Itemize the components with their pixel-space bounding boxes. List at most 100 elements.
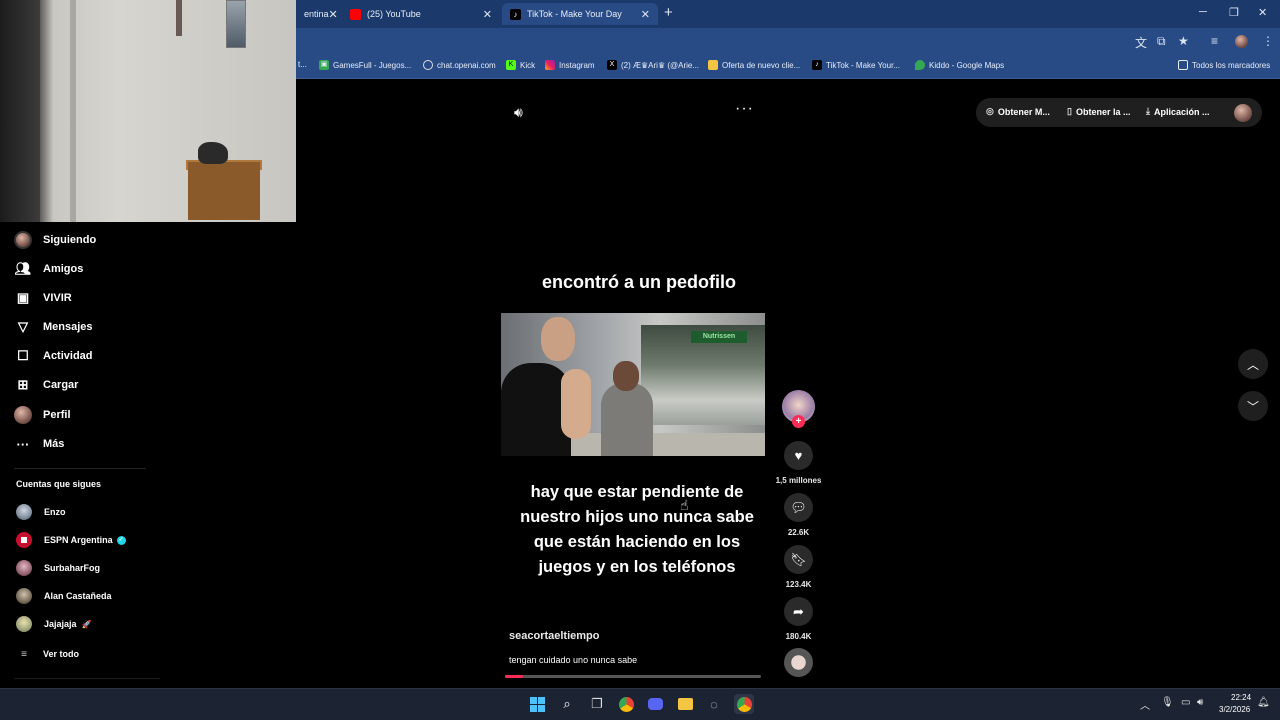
webcam-wall-edge bbox=[70, 0, 76, 222]
nav-following[interactable]: Siguiendo bbox=[14, 228, 96, 252]
task-view-icon[interactable]: ❐ bbox=[587, 694, 607, 714]
network-icon[interactable]: ▭ bbox=[1181, 697, 1190, 708]
bookmark-item[interactable]: ♪ TikTok - Make Your... bbox=[812, 60, 900, 70]
restore-button[interactable]: ❐ bbox=[1229, 6, 1239, 19]
minimize-button[interactable]: ─ bbox=[1199, 6, 1207, 18]
bookmark-item[interactable]: chat.openai.com bbox=[423, 60, 496, 70]
followed-account[interactable]: SurbaharFog bbox=[16, 559, 100, 577]
sidebar-divider bbox=[14, 678, 160, 679]
close-window-button[interactable]: ✕ bbox=[1258, 6, 1267, 19]
close-tab-icon[interactable]: ✕ bbox=[329, 8, 338, 21]
sidebar-divider bbox=[14, 468, 146, 469]
user-avatar[interactable] bbox=[1234, 104, 1252, 122]
taskbar-clock-time[interactable]: 22:24 bbox=[1231, 693, 1251, 702]
webcam-wall-ornament bbox=[176, 0, 182, 36]
app-icon[interactable]: ◌ bbox=[704, 694, 724, 714]
offer-icon bbox=[708, 60, 718, 70]
new-tab-button[interactable]: + bbox=[664, 4, 673, 21]
video-person-2-head bbox=[613, 361, 639, 391]
video-person-1-head bbox=[541, 317, 575, 361]
share-button[interactable]: ➦ bbox=[784, 597, 813, 626]
heart-icon: ♥ bbox=[794, 448, 803, 463]
all-bookmarks-folder[interactable]: Todos los marcadores bbox=[1178, 60, 1270, 70]
bookmark-item[interactable]: X (2) Æ♛Ari♛ (@Arie... bbox=[607, 60, 699, 70]
get-app-button[interactable]: ▯ Obtener la ... bbox=[1067, 106, 1130, 117]
rocket-emoji: 🚀 bbox=[81, 619, 92, 629]
openai-icon bbox=[423, 60, 433, 70]
discord-icon[interactable] bbox=[645, 694, 665, 714]
comment-count: 22.6K bbox=[787, 528, 810, 537]
following-avatar-icon bbox=[14, 231, 32, 249]
file-explorer-icon[interactable] bbox=[675, 694, 695, 714]
comment-button[interactable]: 💬︎ bbox=[784, 493, 813, 522]
close-tab-icon[interactable]: ✕ bbox=[483, 8, 492, 21]
video-player[interactable]: Nutrissen bbox=[501, 313, 765, 456]
next-video-button[interactable]: ﹀ bbox=[1238, 391, 1268, 421]
followed-account[interactable]: Jajajaja 🚀 bbox=[16, 615, 92, 633]
youtube-icon bbox=[350, 8, 361, 20]
chrome-icon[interactable] bbox=[616, 694, 636, 714]
video-author[interactable]: seacortaeltiempo bbox=[509, 630, 599, 642]
nav-activity[interactable]: ☐ Actividad bbox=[14, 344, 92, 368]
chevron-down-icon: ﹀ bbox=[1246, 399, 1259, 414]
video-more-options-icon[interactable]: ··· bbox=[735, 100, 754, 118]
video-person-1-arm bbox=[561, 369, 591, 439]
webcam-overlay bbox=[0, 0, 296, 222]
nav-live[interactable]: ▣ VIVIR bbox=[14, 286, 72, 310]
follow-plus-icon[interactable]: + bbox=[792, 415, 805, 428]
speaker-icon[interactable]: 🔊︎ bbox=[1197, 697, 1203, 708]
avatar bbox=[16, 588, 32, 604]
microphone-icon[interactable]: 🎙︎ bbox=[1161, 697, 1174, 708]
notifications-icon[interactable]: 🔔︎ bbox=[1257, 697, 1270, 708]
browser-tab-youtube[interactable]: (25) YouTube ✕ bbox=[342, 3, 500, 25]
get-coins-button[interactable]: ◎ Obtener M... bbox=[986, 106, 1050, 117]
translate-icon[interactable]: 文 bbox=[1135, 34, 1147, 51]
nav-messages[interactable]: ▽ Mensajes bbox=[14, 315, 93, 339]
upload-icon: ⊞ bbox=[17, 377, 29, 392]
hand-cursor-icon: ☝︎ bbox=[680, 497, 689, 513]
friends-icon: 👥︎ bbox=[14, 261, 32, 276]
pc-app-button[interactable]: ⤓ Aplicación ... bbox=[1146, 106, 1210, 117]
previous-video-button[interactable]: ︿ bbox=[1238, 349, 1268, 379]
bookmark-item[interactable]: K Kick bbox=[506, 60, 535, 70]
windows-start-icon[interactable] bbox=[527, 694, 547, 714]
video-progress-track[interactable] bbox=[505, 675, 761, 678]
messages-icon: ▽ bbox=[18, 319, 28, 334]
browser-menu-icon[interactable]: ⋮ bbox=[1262, 34, 1274, 48]
save-button[interactable]: 🔖︎ bbox=[784, 545, 813, 574]
tray-overflow-icon[interactable]: ︿ bbox=[1140, 697, 1150, 712]
video-overlay-title: encontró a un pedofilo bbox=[542, 272, 736, 292]
followed-account[interactable]: Alan Castañeda bbox=[16, 587, 112, 605]
webcam-wall-picture bbox=[226, 0, 246, 48]
nav-more[interactable]: ··· Más bbox=[14, 432, 65, 456]
followed-account[interactable]: Enzo bbox=[16, 503, 66, 521]
bookmark-item[interactable]: Kiddo - Google Maps bbox=[915, 60, 1004, 70]
browser-profile-avatar[interactable] bbox=[1235, 35, 1248, 48]
bookmark-item[interactable]: ▣ GamesFull - Juegos... bbox=[319, 60, 411, 70]
search-icon[interactable]: ⌕ bbox=[557, 694, 577, 714]
see-all-button[interactable]: ≡ Ver todo bbox=[16, 645, 79, 663]
close-tab-icon[interactable]: ✕ bbox=[641, 8, 650, 21]
reading-list-icon[interactable]: ≡ bbox=[1211, 34, 1218, 48]
list-icon: ≡ bbox=[21, 648, 27, 660]
like-button[interactable]: ♥ bbox=[784, 441, 813, 470]
browser-tab-argentina[interactable]: entina ✕ bbox=[296, 3, 340, 25]
browser-tab-tiktok[interactable]: ♪ TikTok - Make Your Day ✕ bbox=[502, 3, 658, 25]
followed-account[interactable]: ESPN Argentina ✓ bbox=[16, 531, 126, 549]
nav-profile[interactable]: Perfil bbox=[14, 403, 71, 427]
bookmark-item[interactable]: Instagram bbox=[545, 60, 595, 70]
nav-friends[interactable]: 👥︎ Amigos bbox=[14, 257, 84, 281]
phone-icon: ▯ bbox=[1067, 106, 1072, 116]
bookmark-star-icon[interactable]: ★ bbox=[1178, 34, 1189, 48]
nav-upload[interactable]: ⊞ Cargar bbox=[14, 373, 79, 397]
taskbar-clock-date[interactable]: 3/2/2026 bbox=[1219, 705, 1250, 714]
webcam-door bbox=[0, 0, 40, 222]
bookmark-item[interactable]: t... bbox=[298, 60, 307, 69]
bookmark-item[interactable]: Oferta de nuevo clie... bbox=[708, 60, 800, 70]
live-icon: ▣ bbox=[16, 290, 30, 305]
music-disc-icon[interactable] bbox=[784, 648, 813, 677]
install-app-icon[interactable]: ⧉ bbox=[1157, 34, 1166, 49]
verified-badge-icon: ✓ bbox=[116, 535, 126, 545]
chrome-active-icon[interactable] bbox=[734, 694, 754, 714]
volume-icon[interactable]: 🔊︎ bbox=[514, 104, 523, 121]
